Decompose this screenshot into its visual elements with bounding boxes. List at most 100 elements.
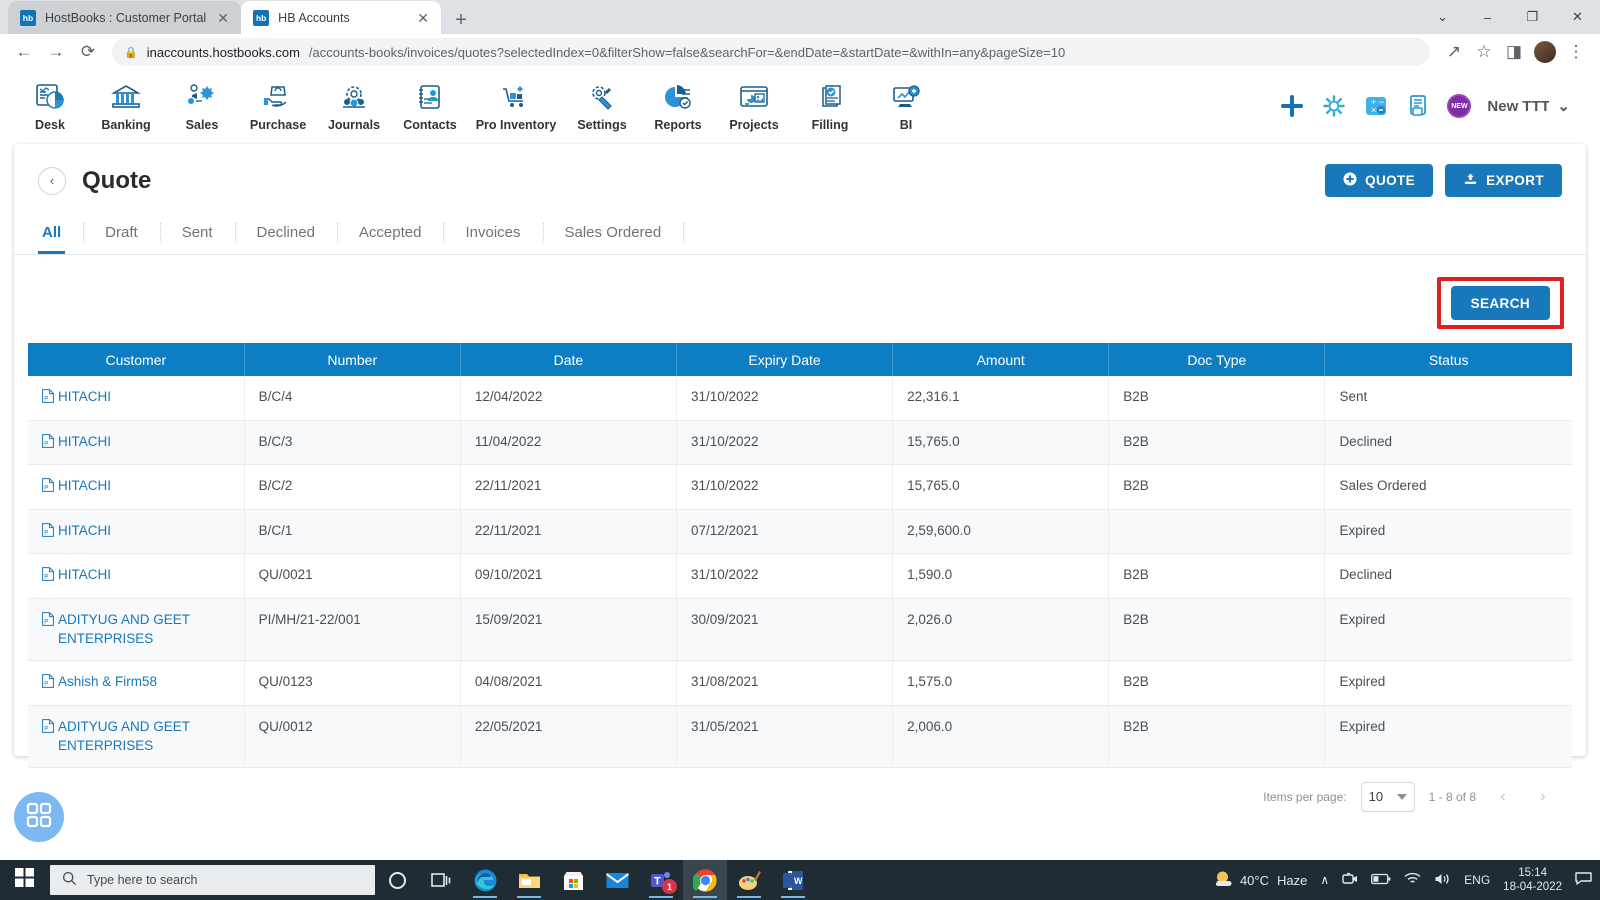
cell-customer[interactable]: P HITACHI: [28, 464, 245, 510]
new-tab-button[interactable]: +: [441, 10, 479, 34]
calculator-icon[interactable]: + − ×: [1363, 93, 1389, 119]
back-button[interactable]: ‹: [38, 166, 66, 195]
close-icon[interactable]: ✕: [415, 11, 431, 25]
user-menu[interactable]: New TTT ⌄: [1487, 97, 1570, 116]
column-header-status[interactable]: Status: [1324, 343, 1572, 376]
tab-list-chevron-down-icon[interactable]: ⌄: [1420, 0, 1465, 34]
table-row[interactable]: P HITACHI B/C/2 22/11/2021 31/10/2022 15,765.…: [28, 464, 1572, 510]
camera-icon[interactable]: [1342, 872, 1358, 889]
tab-accepted[interactable]: Accepted: [336, 211, 444, 254]
taskbar-app-chrome[interactable]: [683, 860, 727, 900]
start-button[interactable]: [0, 860, 48, 900]
table-row[interactable]: P HITACHI B/C/1 22/11/2021 07/12/2021 2,59,60…: [28, 509, 1572, 555]
table-row[interactable]: P Ashish & Firm58 QU/0123 04/08/2021 31/08/2…: [28, 660, 1572, 706]
cell-customer[interactable]: P HITACHI: [28, 420, 245, 466]
window-controls: ⌄ – ❐ ✕: [1420, 0, 1600, 34]
close-icon[interactable]: ✕: [215, 11, 231, 25]
battery-icon[interactable]: [1371, 873, 1391, 888]
notes-icon[interactable]: [1405, 93, 1431, 119]
items-per-page-select[interactable]: 10: [1360, 781, 1415, 812]
column-header-number[interactable]: Number: [244, 343, 461, 376]
taskbar-app-paint[interactable]: [727, 860, 771, 900]
previous-page-button[interactable]: ‹: [1490, 784, 1516, 810]
bookmark-star-icon[interactable]: ☆: [1470, 38, 1498, 66]
tab-draft[interactable]: Draft: [83, 211, 160, 254]
nav-module-banking[interactable]: Banking: [88, 73, 164, 139]
address-bar[interactable]: 🔒 inaccounts.hostbooks.com/accounts-book…: [112, 38, 1430, 66]
tray-overflow-chevron-up-icon[interactable]: ∧: [1320, 873, 1329, 887]
table-row[interactable]: P HITACHI B/C/3 11/04/2022 31/10/2022 15,765.…: [28, 420, 1572, 466]
table-row[interactable]: P ADITYUG AND GEET ENTERPRISES PI/MH/21-22…: [28, 598, 1572, 661]
new-badge[interactable]: NEW: [1447, 94, 1472, 118]
cell-expiry-date: 31/10/2022: [676, 376, 894, 421]
cell-customer[interactable]: P HITACHI: [28, 376, 245, 421]
nav-module-pro-inventory[interactable]: Pro Inventory: [468, 73, 564, 139]
table-row[interactable]: P HITACHI QU/0021 09/10/2021 31/10/2022 1,590…: [28, 553, 1572, 599]
minimize-button[interactable]: –: [1465, 0, 1510, 34]
window-close-button[interactable]: ✕: [1555, 0, 1600, 34]
column-header-expiry-date[interactable]: Expiry Date: [676, 343, 894, 376]
volume-icon[interactable]: [1434, 872, 1451, 889]
nav-module-purchase[interactable]: Purchase: [240, 73, 316, 139]
task-view-icon[interactable]: [419, 860, 463, 900]
column-header-doc-type[interactable]: Doc Type: [1108, 343, 1326, 376]
tab-sales-ordered[interactable]: Sales Ordered: [542, 211, 684, 254]
table-row[interactable]: P ADITYUG AND GEET ENTERPRISES QU/0012 22/0…: [28, 705, 1572, 768]
column-header-date[interactable]: Date: [460, 343, 677, 376]
avatar[interactable]: [1534, 41, 1556, 63]
taskbar-app-file-explorer[interactable]: [507, 860, 551, 900]
tab-invoices[interactable]: Invoices: [443, 211, 542, 254]
taskbar-app-microsoft-store[interactable]: [551, 860, 595, 900]
nav-module-projects[interactable]: Projects: [716, 73, 792, 139]
nav-module-filling[interactable]: Filling: [792, 73, 868, 139]
gear-icon[interactable]: [1321, 93, 1347, 119]
taskbar-clock[interactable]: 15:14 18-04-2022: [1503, 866, 1562, 895]
export-button[interactable]: EXPORT: [1445, 164, 1562, 197]
cortana-icon[interactable]: [375, 860, 419, 900]
cell-customer[interactable]: P ADITYUG AND GEET ENTERPRISES: [28, 598, 245, 661]
wifi-icon[interactable]: [1404, 872, 1421, 888]
notification-icon[interactable]: [1575, 871, 1592, 889]
settings-icon: [586, 81, 618, 115]
taskbar-search-input[interactable]: Type here to search: [50, 865, 375, 895]
reload-icon[interactable]: ⟳: [74, 38, 102, 66]
cell-customer[interactable]: P Ashish & Firm58: [28, 660, 245, 706]
back-icon[interactable]: ←: [10, 38, 38, 66]
add-quote-button[interactable]: QUOTE: [1325, 164, 1434, 197]
cell-customer[interactable]: P HITACHI: [28, 509, 245, 555]
nav-module-reports[interactable]: Reports: [640, 73, 716, 139]
weather-widget[interactable]: 40°C Haze: [1213, 869, 1307, 891]
forward-icon[interactable]: →: [42, 38, 70, 66]
tab-sent[interactable]: Sent: [159, 211, 235, 254]
filling-icon: [814, 81, 846, 115]
tab-favicon: hb: [20, 9, 36, 26]
taskbar-app-word[interactable]: W: [771, 860, 815, 900]
taskbar-app-mail[interactable]: [595, 860, 639, 900]
nav-module-contacts[interactable]: Contacts: [392, 73, 468, 139]
nav-module-bi[interactable]: BI: [868, 73, 944, 139]
browser-menu-icon[interactable]: ⋮: [1562, 38, 1590, 66]
share-icon[interactable]: ↗: [1440, 38, 1468, 66]
nav-module-desk[interactable]: Desk: [12, 73, 88, 139]
language-indicator[interactable]: ENG: [1464, 873, 1490, 887]
sidepanel-icon[interactable]: ◨: [1500, 38, 1528, 66]
browser-tab-1[interactable]: hb HostBooks : Customer Portal ✕: [8, 1, 242, 34]
table-row[interactable]: P HITACHI B/C/4 12/04/2022 31/10/2022 22,316.…: [28, 376, 1572, 421]
cell-customer[interactable]: P ADITYUG AND GEET ENTERPRISES: [28, 705, 245, 768]
cell-customer[interactable]: P HITACHI: [28, 553, 245, 599]
column-header-amount[interactable]: Amount: [892, 343, 1110, 376]
column-header-customer[interactable]: Customer: [28, 343, 245, 376]
next-page-button[interactable]: ›: [1530, 784, 1556, 810]
taskbar-app-teams[interactable]: T 1: [639, 860, 683, 900]
nav-module-journals[interactable]: Journals: [316, 73, 392, 139]
add-icon[interactable]: [1279, 93, 1305, 119]
search-button[interactable]: SEARCH: [1450, 286, 1550, 320]
taskbar-app-edge[interactable]: [463, 860, 507, 900]
nav-module-settings[interactable]: Settings: [564, 73, 640, 139]
tab-all[interactable]: All: [20, 211, 83, 254]
apps-fab-button[interactable]: [14, 792, 64, 842]
nav-module-sales[interactable]: Sales: [164, 73, 240, 139]
maximize-button[interactable]: ❐: [1510, 0, 1555, 34]
browser-tab-2[interactable]: hb HB Accounts ✕: [241, 1, 442, 34]
tab-declined[interactable]: Declined: [234, 211, 337, 254]
